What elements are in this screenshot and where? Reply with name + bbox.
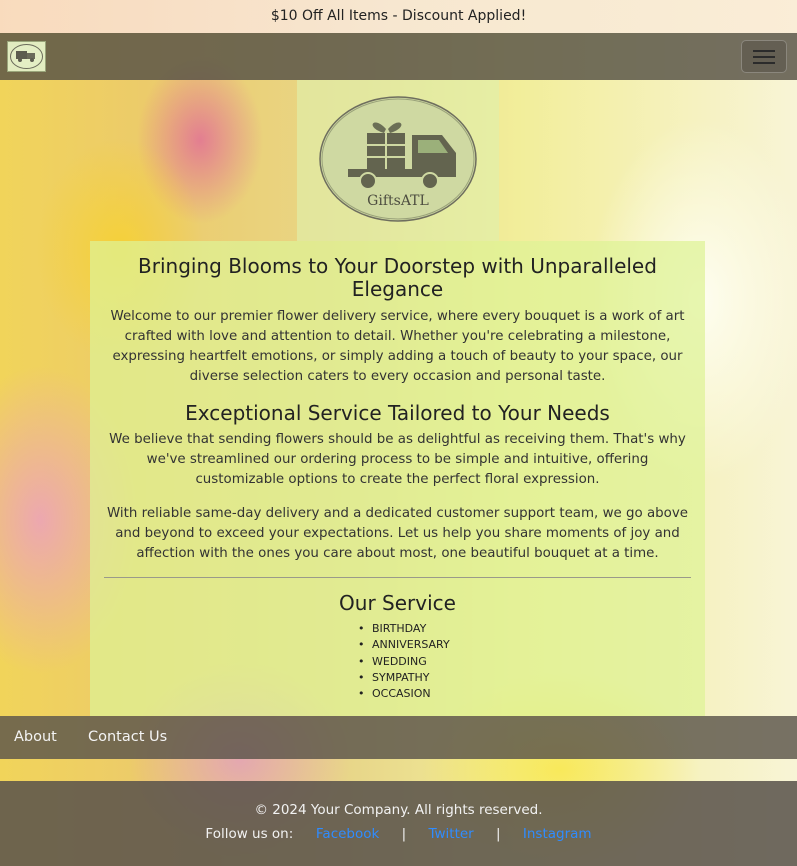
footer-nav: About Contact Us	[0, 716, 797, 759]
discount-banner-text: $10 Off All Items - Discount Applied!	[270, 8, 527, 24]
follow-label: Follow us on:	[205, 826, 294, 842]
main-content-panel: Bringing Blooms to Your Doorstep with Un…	[90, 241, 705, 716]
link-separator: |	[401, 826, 407, 842]
hero-logo-brand-text: GiftsATL	[367, 193, 429, 209]
list-item: ANNIVERSARY	[358, 637, 450, 654]
list-item: OCCASION	[358, 686, 450, 703]
facebook-link[interactable]: Facebook	[316, 826, 379, 842]
hamburger-line	[753, 62, 775, 64]
intro-paragraph: Welcome to our premier flower delivery s…	[110, 309, 685, 384]
copyright-text: © 2024 Your Company. All rights reserved…	[254, 802, 543, 818]
site-footer: © 2024 Your Company. All rights reserved…	[0, 781, 797, 866]
hamburger-menu-icon	[753, 50, 775, 52]
giftsatl-truck-logo-icon[interactable]	[7, 41, 46, 72]
hamburger-menu-button[interactable]	[741, 40, 787, 73]
social-links: Follow us on: Facebook | Twitter | Insta…	[0, 826, 797, 843]
hamburger-line	[753, 56, 775, 58]
about-link[interactable]: About	[14, 716, 57, 759]
discount-banner: $10 Off All Items - Discount Applied!	[0, 0, 797, 33]
twitter-link[interactable]: Twitter	[428, 826, 473, 842]
section-divider	[104, 577, 691, 578]
service-subheading: Exceptional Service Tailored to Your Nee…	[185, 401, 610, 425]
list-item: SYMPATHY	[358, 670, 450, 687]
gift-truck-icon: GiftsATL	[319, 96, 477, 222]
page-title: Bringing Blooms to Your Doorstep with Un…	[138, 254, 657, 301]
service-list: BIRTHDAY ANNIVERSARY WEDDING SYMPATHY OC…	[358, 621, 450, 703]
instagram-link[interactable]: Instagram	[523, 826, 592, 842]
our-service-heading: Our Service	[339, 591, 456, 615]
delivery-paragraph: With reliable same-day delivery and a de…	[106, 506, 689, 561]
ordering-paragraph: We believe that sending flowers should b…	[109, 432, 686, 487]
link-separator: |	[496, 826, 501, 842]
top-navbar	[0, 33, 797, 80]
list-item: BIRTHDAY	[358, 621, 450, 638]
contact-us-link[interactable]: Contact Us	[88, 716, 167, 759]
list-item: WEDDING	[358, 654, 450, 671]
hero-logo-panel: GiftsATL	[297, 80, 499, 241]
